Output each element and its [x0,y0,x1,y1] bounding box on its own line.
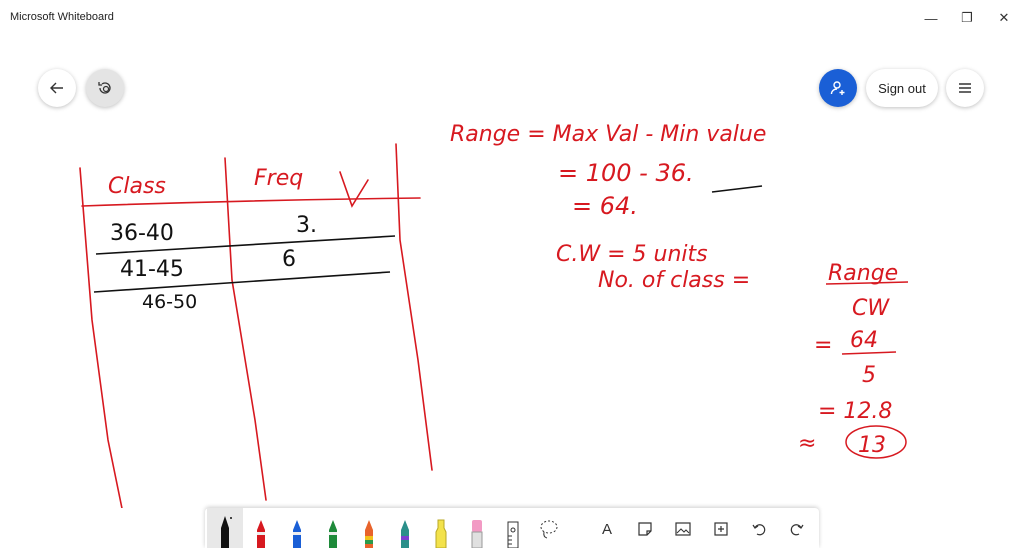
header-class: Class [108,174,166,199]
tool-highlighter[interactable] [423,508,459,548]
note-line-5b: Range [828,261,898,286]
note-line-4: C.W = 5 units [556,242,708,267]
underline-stroke [711,185,763,193]
note-line-8: = 12.8 [818,399,892,424]
title-bar: Microsoft Whiteboard — ❐ ✕ [0,0,1024,36]
tool-eraser[interactable] [459,508,495,548]
note-line-9-value: 13 [858,433,886,458]
image-icon [675,522,691,536]
text-icon: A [601,520,612,538]
tool-ruler[interactable] [495,508,531,548]
undo-icon [752,524,766,536]
row-2-freq: 6 [282,247,296,272]
row-1-class: 36-40 [110,221,174,246]
note-line-9-approx: ≈ [798,431,816,456]
app-title: Microsoft Whiteboard [10,11,114,23]
tool-insert[interactable] [703,508,739,548]
redo-icon [790,524,804,536]
green-pen-icon [329,520,337,548]
freq-check-mark [339,171,369,208]
note-line-5a: No. of class = [598,268,750,293]
highlighter-icon [435,519,447,548]
tool-black-pen[interactable] [207,508,243,548]
table-header-line [81,197,421,207]
table-right-border [395,143,433,471]
note-line-7-num: 64 [850,328,878,353]
minimize-button[interactable]: — [912,0,950,36]
whiteboard-canvas[interactable]: Class Freq Range = Max Val - Min value =… [0,36,1024,508]
tool-blue-pen[interactable] [279,508,315,548]
note-line-3: = 64. [572,192,638,220]
tool-lasso[interactable] [531,508,567,548]
header-freq: Freq [254,166,303,191]
lasso-select-icon [540,520,558,539]
redo-button[interactable] [779,508,815,548]
table-left-border [79,167,123,508]
note-line-7-den: 5 [862,363,876,388]
tool-text[interactable]: A [589,508,625,548]
tool-green-pen[interactable] [315,508,351,548]
tool-note[interactable] [627,508,663,548]
tool-red-pen[interactable] [243,508,279,548]
tool-galaxy-pen[interactable] [387,508,423,548]
row-3-class: 46-50 [142,291,197,313]
add-icon [714,522,728,536]
sticky-note-icon [638,522,652,536]
tool-image[interactable] [665,508,701,548]
close-button[interactable]: ✕ [985,0,1023,36]
black-pen-icon [221,516,232,548]
row-2-class: 41-45 [120,257,184,282]
note-line-7-eq: = [814,333,832,358]
inking-toolbar: A [205,508,819,548]
red-pen-icon [257,520,265,548]
eraser-icon [471,520,483,548]
blue-pen-icon [293,520,301,548]
galaxy-pen-icon [401,520,409,548]
note-line-6: CW [852,296,890,321]
table-middle-border [224,157,267,501]
tool-rainbow-pen[interactable] [351,508,387,548]
note-line-2: = 100 - 36. [558,159,694,187]
restore-button[interactable]: ❐ [948,0,986,36]
rainbow-pen-icon [365,520,373,548]
undo-button[interactable] [741,508,777,548]
ruler-icon [507,521,519,548]
row-1-freq: 3. [296,213,317,238]
note-line-1: Range = Max Val - Min value [450,122,766,147]
